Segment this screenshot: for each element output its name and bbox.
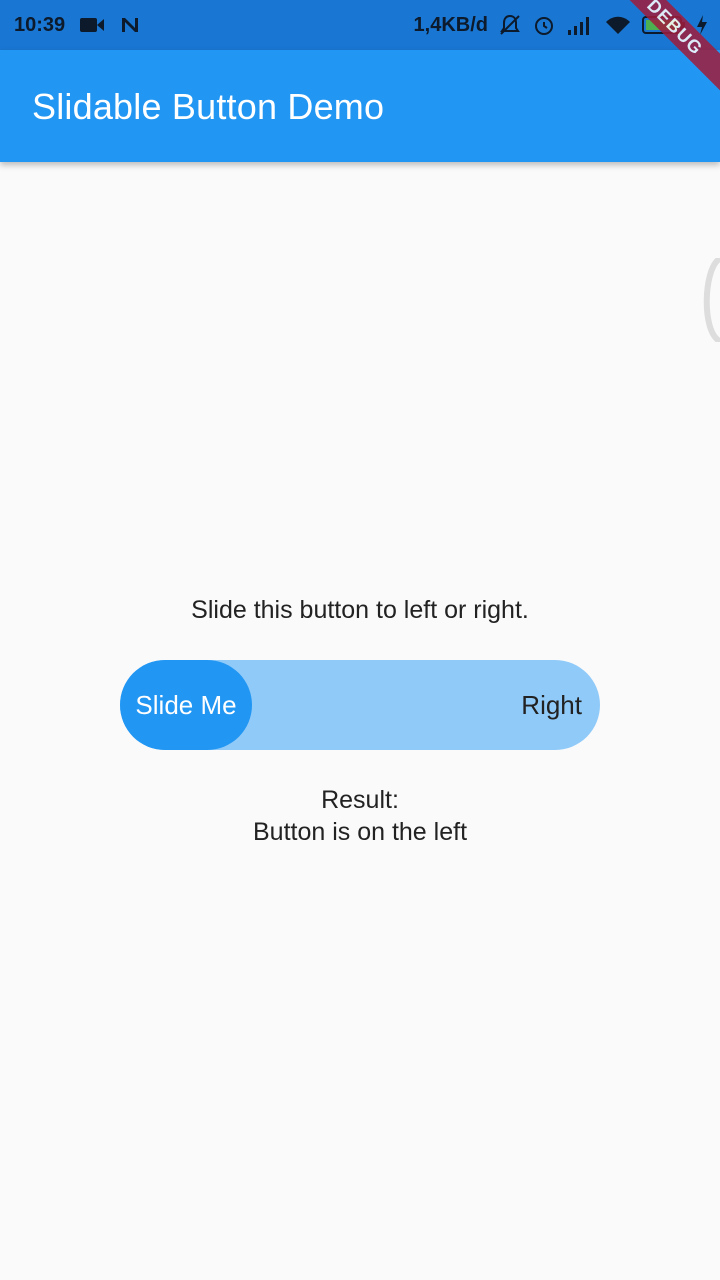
signal-icon [566, 14, 594, 36]
right-label: Right [521, 689, 582, 720]
instruction-text: Slide this button to left or right. [191, 596, 529, 624]
page-title: Slidable Button Demo [32, 86, 385, 127]
app-bar: Slidable Button Demo [0, 50, 720, 162]
status-left-group: 10:39 [14, 0, 141, 50]
muted-bell-icon [498, 13, 522, 37]
slidable-button-track[interactable]: Right Slide Me [120, 660, 600, 750]
video-camera-icon [79, 15, 105, 35]
alarm-icon [532, 13, 556, 37]
notification-n-icon [119, 15, 141, 35]
edge-swipe-indicator [698, 257, 720, 343]
slide-me-button[interactable]: Slide Me [120, 660, 252, 750]
result-block: Result: Button is on the left [0, 784, 720, 848]
slide-me-label: Slide Me [135, 689, 237, 720]
status-time: 10:39 [14, 13, 66, 36]
network-speed: 1,4KB/d [413, 13, 488, 36]
wifi-icon [604, 14, 632, 36]
result-heading: Result: [321, 786, 399, 814]
status-bar: 10:39 1,4KB/d [0, 0, 720, 50]
result-value: Button is on the left [252, 818, 468, 846]
